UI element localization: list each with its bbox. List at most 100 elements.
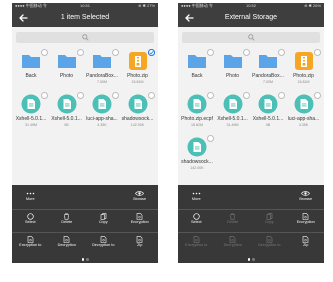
eye-icon (122, 190, 159, 197)
file-tile[interactable]: PandoraBox... 7.00M (85, 49, 119, 89)
file-size: 4.35K (97, 123, 107, 127)
select-circle-icon[interactable] (41, 49, 48, 56)
decryption-to-button[interactable]: Decryption to (251, 235, 288, 251)
encryption-to-button[interactable]: Encryption to (12, 235, 49, 251)
button-label: Copy (98, 220, 108, 224)
button-label: Decryption (57, 243, 76, 247)
file-name: Photo (225, 73, 240, 79)
select-button[interactable]: Select (178, 212, 215, 228)
file-tile[interactable]: Photo (216, 49, 250, 89)
select-circle-icon[interactable] (242, 49, 250, 56)
page-title: 1 item Selected (60, 14, 110, 21)
page-dot-active (81, 258, 84, 261)
button-label: Encryption (130, 220, 149, 224)
button-label: Select (24, 220, 36, 224)
delete-button[interactable]: Delete (49, 212, 86, 228)
document-icon (223, 94, 243, 114)
decrypt-icon (49, 236, 86, 243)
file-name: Xshell-5.0.1... (15, 116, 47, 122)
search-input[interactable] (16, 32, 154, 43)
toolbar-row: Select Delete Copy Encryption (12, 212, 158, 228)
file-size: 0B (265, 123, 271, 127)
zip-button[interactable]: Zip (288, 235, 325, 251)
delete-button[interactable]: Delete (215, 212, 252, 228)
toolbar-row: More Browse (178, 189, 324, 205)
more-button[interactable]: More (178, 189, 215, 205)
encryption-to-button[interactable]: Encryption to (178, 235, 215, 251)
file-size: 7.00M (97, 80, 107, 84)
select-button[interactable]: Select (12, 212, 49, 228)
more-icon (12, 190, 49, 197)
select-circle-icon[interactable] (242, 92, 250, 99)
encryption-icon (288, 213, 325, 220)
decryption-button[interactable]: Decryption (215, 235, 252, 251)
file-name: Photo.zip (127, 73, 148, 79)
folder-icon (92, 51, 112, 71)
screen-right: ●●●● 中国移动 令 10:52 ⊕ ✱ 26% External Stora… (178, 3, 324, 263)
more-icon (178, 190, 215, 197)
select-circle-icon[interactable] (41, 92, 48, 99)
folder-icon (223, 51, 243, 71)
copy-icon (85, 213, 122, 220)
select-circle-icon[interactable] (207, 92, 214, 99)
copy-icon (251, 213, 288, 220)
select-circle-icon[interactable] (76, 49, 84, 56)
file-tile[interactable]: Xshell-5.0.1... 0B (50, 92, 84, 132)
file-tile[interactable]: luci-app-sha... 4.35K (85, 92, 119, 132)
file-tile[interactable]: Photo.zip 15.81M (121, 49, 155, 89)
nav-bar: 1 item Selected (12, 9, 158, 27)
encryption-button[interactable]: Encryption (122, 212, 159, 228)
select-circle-icon[interactable] (313, 92, 321, 99)
file-tile[interactable]: Xshell-5.0.1... 0B (251, 92, 285, 132)
zip-icon (288, 236, 325, 243)
encryption-button[interactable]: Encryption (288, 212, 325, 228)
file-size: 31.49M (226, 123, 239, 127)
select-circle-icon[interactable] (313, 49, 321, 56)
file-tile[interactable]: luci-app-sha... 4.35K (287, 92, 321, 132)
divider (12, 232, 158, 233)
file-tile[interactable]: PandoraBox... 7.00M (251, 49, 285, 89)
decryption-to-button[interactable]: Decryption to (85, 235, 122, 251)
checkmark-icon[interactable] (147, 49, 155, 57)
document-icon (187, 137, 207, 157)
browse-button[interactable]: Browse (288, 189, 325, 205)
button-label: More (25, 197, 35, 201)
file-tile[interactable]: shadowsock... 142.00K (121, 92, 155, 132)
trash-icon (215, 213, 252, 220)
select-circle-icon[interactable] (278, 49, 285, 56)
eye-icon (288, 190, 325, 197)
select-circle-icon[interactable] (207, 135, 214, 142)
file-tile[interactable]: Xshell-5.0.1... 31.49M (216, 92, 250, 132)
screen-left: ●●●● 中国移动 令 10:51 ⊕ ✱ 27% 1 item Selecte… (12, 3, 158, 263)
file-name: PandoraBox... (86, 73, 118, 79)
file-name: Xshell-5.0.1... (51, 116, 82, 122)
copy-button[interactable]: Copy (85, 212, 122, 228)
file-tile[interactable]: Photo.zip.ecpf 15.82M (180, 92, 214, 132)
file-tile[interactable]: Photo (50, 49, 84, 89)
zip-button[interactable]: Zip (122, 235, 159, 251)
select-circle-icon[interactable] (278, 92, 285, 99)
more-button[interactable]: More (12, 189, 49, 205)
search-input[interactable] (182, 32, 320, 43)
select-circle-icon[interactable] (207, 49, 214, 56)
file-tile[interactable]: shadowsock... 142.00K (180, 135, 214, 175)
button-label: Copy (264, 220, 274, 224)
select-circle-icon[interactable] (112, 92, 119, 99)
page-dot (86, 258, 89, 261)
select-circle-icon[interactable] (147, 92, 155, 99)
button-label: Decryption (223, 243, 242, 247)
copy-button[interactable]: Copy (251, 212, 288, 228)
file-tile[interactable]: Xshell-5.0.1... 31.49M (14, 92, 48, 132)
file-tile[interactable]: Back (180, 49, 214, 89)
select-circle-icon[interactable] (112, 49, 119, 56)
decryption-button[interactable]: Decryption (49, 235, 86, 251)
page-indicator (178, 258, 324, 262)
file-name: shadowsock... (121, 116, 154, 122)
toolbar-row: More Browse (12, 189, 158, 205)
file-tile[interactable]: Photo.zip 15.81M (287, 49, 321, 89)
browse-button[interactable]: Browse (122, 189, 159, 205)
select-circle-icon[interactable] (76, 92, 84, 99)
document-icon (57, 94, 77, 114)
file-tile[interactable]: Back (14, 49, 48, 89)
file-size: 15.82M (191, 123, 203, 127)
